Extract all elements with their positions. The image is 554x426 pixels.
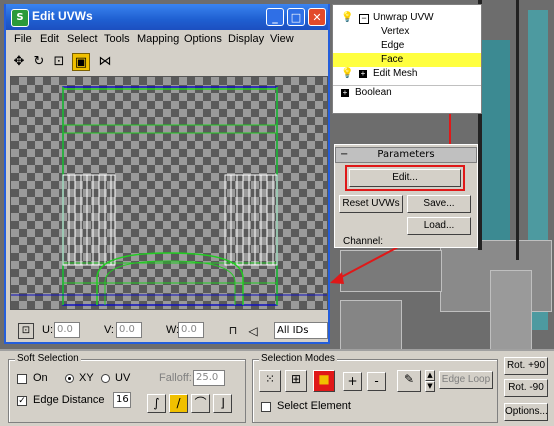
- uv-label: UV: [115, 372, 131, 384]
- xy-radio[interactable]: [65, 374, 74, 383]
- falloff-field[interactable]: 25.0: [193, 370, 225, 386]
- stack-item-edge[interactable]: Edge: [333, 39, 481, 53]
- expand-icon[interactable]: +: [341, 89, 349, 97]
- spinner-down-icon[interactable]: ▼: [425, 381, 435, 392]
- stack-item-vertex[interactable]: Vertex: [333, 25, 481, 39]
- falloff-label: Falloff:: [159, 372, 192, 384]
- selection-modes-title: Selection Modes: [259, 353, 337, 364]
- uv-radio[interactable]: [101, 374, 110, 383]
- falloff-slow-icon[interactable]: ⌒: [191, 394, 210, 413]
- stack-item-edit-mesh[interactable]: 💡 + Edit Mesh: [333, 67, 481, 81]
- stack-item-label: Boolean: [355, 87, 392, 98]
- channel-label: Channel:: [343, 236, 384, 247]
- shrink-selection-button[interactable]: -: [367, 372, 386, 391]
- stack-item-boolean[interactable]: + Boolean: [333, 85, 481, 100]
- save-button[interactable]: Save...: [407, 195, 471, 213]
- reset-uvws-button[interactable]: Reset UVWs: [339, 195, 403, 213]
- expand-icon[interactable]: +: [359, 70, 367, 78]
- annotation-highlight: [345, 165, 465, 191]
- edge-distance-checkbox[interactable]: ✓: [17, 396, 27, 406]
- rollout-header[interactable]: − Parameters: [335, 147, 477, 163]
- falloff-linear-icon[interactable]: ∫: [147, 394, 166, 413]
- stack-item-face[interactable]: Face: [333, 53, 481, 67]
- spinner-up-icon[interactable]: ▲: [425, 370, 435, 381]
- edge-loop-button[interactable]: Edge Loop: [439, 371, 493, 389]
- select-element-checkbox[interactable]: [261, 402, 271, 412]
- edge-mode-icon[interactable]: ⊞: [285, 370, 307, 392]
- xy-label: XY: [79, 372, 94, 384]
- stack-item-label: Face: [381, 54, 404, 65]
- select-element-label: Select Element: [277, 400, 351, 412]
- rollout-title: Parameters: [377, 149, 435, 160]
- stack-item-label: Unwrap UVW: [373, 12, 434, 23]
- collapse-icon[interactable]: −: [359, 14, 369, 24]
- stack-item-label: Edit Mesh: [373, 68, 418, 79]
- stack-item-label: Vertex: [381, 26, 410, 37]
- stack-item-label: Edge: [381, 40, 405, 51]
- grow-selection-button[interactable]: +: [343, 372, 362, 391]
- selection-modes-group: Selection Modes ⁙ ⊞ ■ + - ✎ ▲ ▼ Edge Loo…: [252, 353, 498, 423]
- falloff-fast-icon[interactable]: ⌋: [213, 394, 232, 413]
- falloff-smooth-icon[interactable]: /: [169, 394, 188, 413]
- rotate-plus-90-button[interactable]: Rot. +90: [504, 357, 548, 375]
- face-mode-icon[interactable]: ■: [313, 370, 335, 392]
- lightbulb-icon[interactable]: 💡: [341, 11, 353, 25]
- options-button[interactable]: Options...: [504, 403, 548, 421]
- annotation-arrowhead: [330, 272, 344, 284]
- parameters-rollout: − Parameters Edit... Reset UVWs Save... …: [334, 144, 478, 248]
- edge-distance-label: Edge Distance: [33, 394, 105, 406]
- modifier-stack: 💡 − Unwrap UVW Vertex Edge Face 💡 + Edit…: [332, 4, 482, 114]
- stack-item-unwrap-uvw[interactable]: 💡 − Unwrap UVW: [333, 11, 481, 25]
- paint-select-icon[interactable]: ✎: [397, 370, 421, 392]
- on-checkbox[interactable]: [17, 374, 27, 384]
- on-label: On: [33, 372, 48, 384]
- edge-distance-field[interactable]: 16: [113, 392, 131, 408]
- rotate-minus-90-button[interactable]: Rot. -90: [504, 379, 548, 397]
- load-button[interactable]: Load...: [407, 217, 471, 235]
- lightbulb-icon[interactable]: 💡: [341, 67, 353, 81]
- bottom-panel: Soft Selection On XY UV Falloff: 25.0 ✓ …: [0, 349, 554, 426]
- soft-selection-title: Soft Selection: [15, 353, 81, 364]
- soft-selection-group: Soft Selection On XY UV Falloff: 25.0 ✓ …: [8, 353, 246, 423]
- collapse-icon: −: [340, 149, 349, 160]
- vertex-mode-icon[interactable]: ⁙: [259, 370, 281, 392]
